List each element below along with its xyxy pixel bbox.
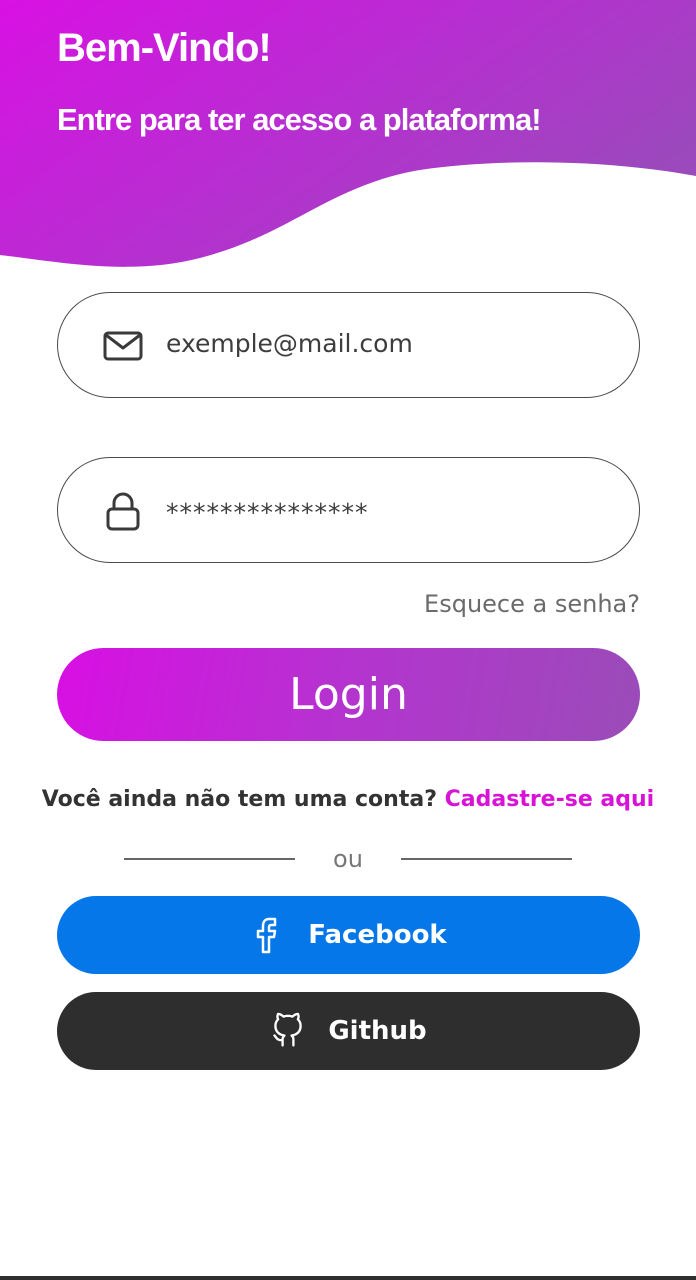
- header-banner: Bem-Vindo! Entre para ter acesso a plata…: [0, 0, 696, 270]
- divider-line-right: [401, 858, 572, 860]
- signup-link[interactable]: Cadastre-se aqui: [445, 787, 655, 812]
- lock-icon: [106, 492, 140, 531]
- password-value[interactable]: ***************: [166, 498, 369, 527]
- facebook-login-button[interactable]: Facebook: [57, 896, 640, 974]
- github-login-button[interactable]: Github: [57, 992, 640, 1070]
- email-value[interactable]: exemple@mail.com: [166, 329, 413, 358]
- signup-prompt-text: Você ainda não tem uma conta?: [41, 787, 437, 812]
- bottom-edge: [0, 1276, 696, 1280]
- forgot-password-link[interactable]: Esquece a senha?: [424, 590, 640, 618]
- divider-text: ou: [333, 845, 363, 873]
- facebook-icon: [250, 915, 286, 955]
- facebook-label: Facebook: [308, 920, 447, 950]
- login-button[interactable]: Login: [57, 648, 640, 741]
- password-field[interactable]: ***************: [57, 457, 640, 563]
- signup-prompt: Você ainda não tem uma conta? Cadastre-s…: [0, 787, 696, 812]
- mail-icon: [103, 331, 143, 361]
- github-label: Github: [328, 1016, 427, 1046]
- email-field[interactable]: exemple@mail.com: [57, 292, 640, 398]
- or-divider: ou: [0, 845, 696, 875]
- github-icon: [270, 1011, 306, 1051]
- page-title: Bem-Vindo!: [57, 26, 272, 70]
- page-subtitle: Entre para ter acesso a plataforma!: [57, 102, 542, 137]
